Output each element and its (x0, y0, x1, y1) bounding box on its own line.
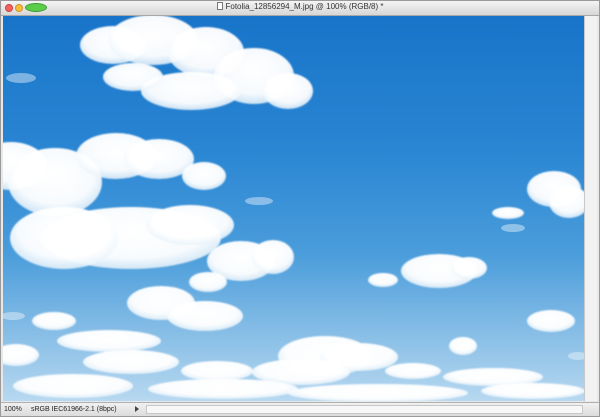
clouds-lower (3, 312, 585, 401)
window-title: Fotolia_12856294_M.jpg @ 100% (RGB/8) * (1, 2, 599, 11)
title-bar[interactable]: Fotolia_12856294_M.jpg @ 100% (RGB/8) * (1, 1, 599, 16)
clouds-right (368, 171, 586, 355)
cloud-top (80, 16, 313, 110)
document-info: sRGB IEC61966-2.1 (8bpc) (31, 406, 117, 413)
cloud-left-large (3, 133, 234, 269)
horizontal-scrollbar[interactable] (146, 405, 583, 414)
image-canvas[interactable] (3, 16, 586, 401)
window-title-text: Fotolia_12856294_M.jpg @ 100% (RGB/8) * (225, 2, 384, 11)
vertical-scrollbar[interactable] (584, 16, 597, 401)
chevron-right-icon[interactable] (135, 406, 139, 412)
sky-photo (3, 16, 586, 401)
photoshop-document-window: Fotolia_12856294_M.jpg @ 100% (RGB/8) * (0, 0, 600, 417)
zoom-level[interactable]: 100% (4, 405, 26, 414)
document-icon (216, 2, 223, 10)
status-bar: 100% sRGB IEC61966-2.1 (8bpc) (1, 402, 599, 416)
